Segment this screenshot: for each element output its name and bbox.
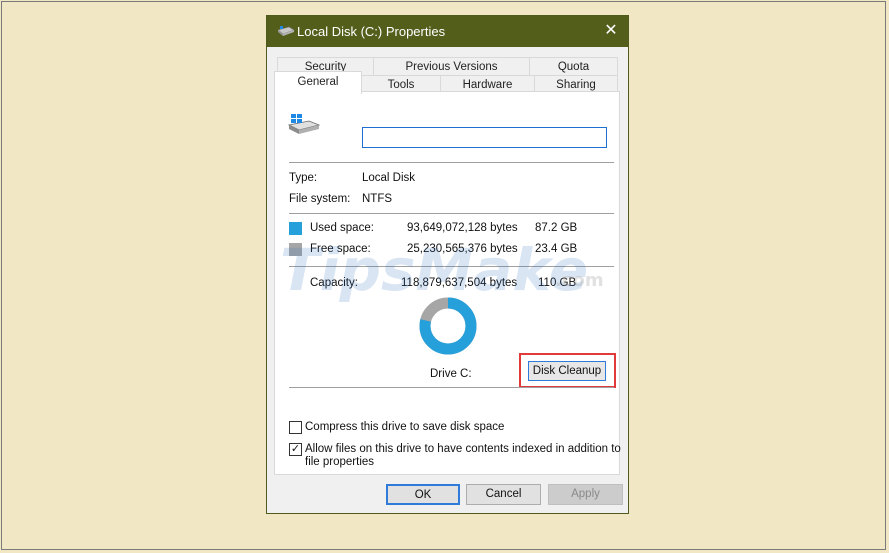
close-button[interactable]: ✕: [597, 18, 625, 44]
tab-general[interactable]: General: [274, 71, 362, 94]
index-checkbox[interactable]: ✓: [289, 443, 302, 456]
compress-checkbox[interactable]: [289, 421, 302, 434]
separator: [289, 213, 614, 214]
used-space-bytes: 93,649,072,128 bytes: [407, 222, 518, 234]
type-label: Type:: [289, 172, 318, 184]
used-space-label: Used space:: [310, 222, 374, 234]
drive-name-input[interactable]: [362, 127, 607, 148]
free-space-swatch: [289, 243, 302, 256]
drive-icon: [277, 26, 295, 36]
free-space-bytes: 25,230,565,376 bytes: [407, 243, 518, 255]
general-panel: Type: Local Disk File system: NTFS Used …: [274, 91, 621, 475]
window-title: Local Disk (C:) Properties: [297, 24, 446, 39]
separator: [289, 162, 614, 163]
drive-label: Drive C:: [430, 368, 472, 380]
used-space-size: 87.2 GB: [535, 222, 578, 234]
tab-previous-versions[interactable]: Previous Versions: [373, 57, 530, 76]
usage-donut-chart: [419, 297, 477, 355]
close-icon: ✕: [604, 22, 618, 39]
capacity-bytes: 118,879,637,504 bytes: [401, 277, 518, 289]
cancel-button[interactable]: Cancel: [466, 484, 541, 505]
ok-button[interactable]: OK: [386, 484, 460, 505]
tab-quota[interactable]: Quota: [529, 57, 618, 76]
drive-large-icon: [287, 114, 321, 134]
disk-cleanup-button[interactable]: Disk Cleanup: [528, 361, 606, 381]
used-space-swatch: [289, 222, 302, 235]
capacity-label: Capacity:: [310, 277, 358, 289]
title-bar[interactable]: Local Disk (C:) Properties ✕: [267, 16, 628, 47]
separator: [289, 387, 614, 388]
properties-dialog: Local Disk (C:) Properties ✕ Security Pr…: [266, 15, 629, 514]
index-label-line2[interactable]: file properties: [305, 456, 374, 468]
capacity-size: 110 GB: [538, 277, 577, 289]
free-space-size: 23.4 GB: [535, 243, 578, 255]
separator: [289, 266, 614, 267]
free-space-label: Free space:: [310, 243, 371, 255]
file-system-value: NTFS: [362, 193, 393, 205]
compress-label[interactable]: Compress this drive to save disk space: [305, 421, 504, 433]
apply-button[interactable]: Apply: [548, 484, 623, 505]
file-system-label: File system:: [289, 193, 351, 205]
index-label-line1[interactable]: Allow files on this drive to have conten…: [305, 443, 621, 455]
type-value: Local Disk: [362, 172, 416, 184]
